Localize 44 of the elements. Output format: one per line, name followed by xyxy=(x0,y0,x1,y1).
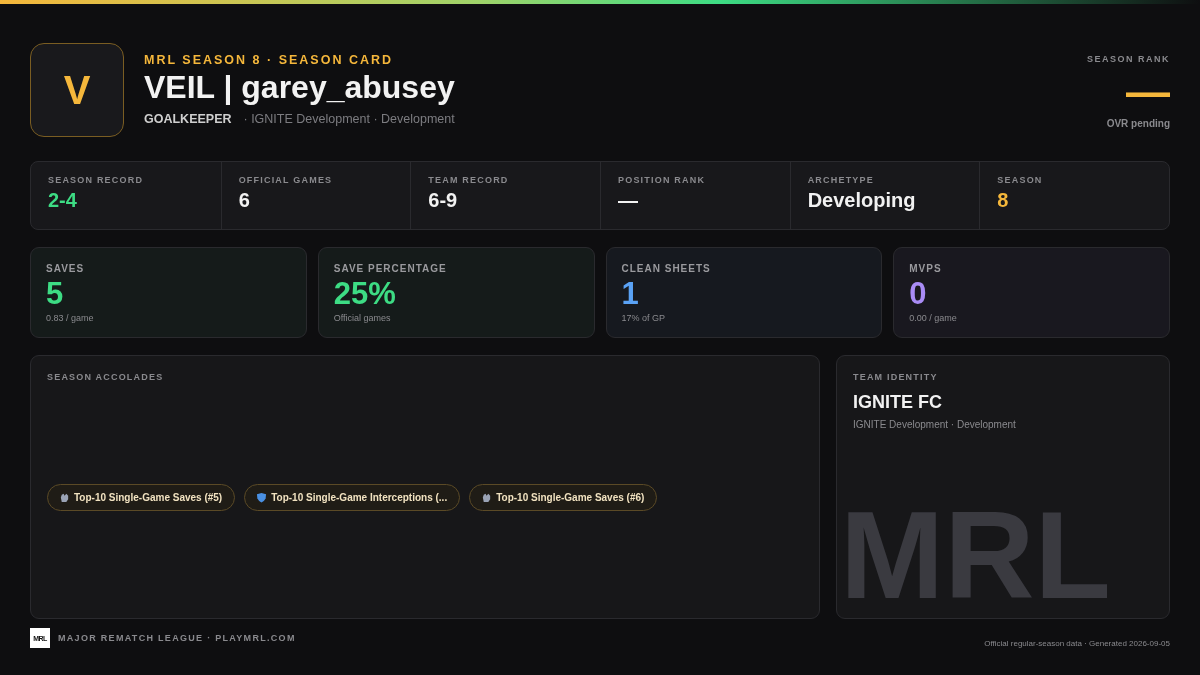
stat-value: Developing xyxy=(807,189,917,212)
metric-label: SAVE PERCENTAGE xyxy=(333,263,448,274)
metric-label: MVPS xyxy=(909,263,943,274)
accolade-chip: Top-10 Single-Game Saves (#5) xyxy=(47,483,236,511)
league-name: MAJOR REMATCH LEAGUE · PLAYMRL.COM xyxy=(58,633,296,643)
team-line: · IGNITE Development · Development xyxy=(243,112,455,126)
metric-subtext: 0.83 / game xyxy=(46,313,95,323)
metric-value: 25% xyxy=(333,276,397,312)
metric-subtext: 0.00 / game xyxy=(909,313,958,323)
stat-value: — xyxy=(618,189,639,212)
team-name: IGNITE FC xyxy=(853,392,943,413)
metric-value: 1 xyxy=(621,276,640,312)
rank-value: — xyxy=(1126,72,1170,112)
panel-title: SEASON ACCOLADES xyxy=(47,372,165,382)
accolade-chip: Top-10 Single-Game Saves (#6) xyxy=(469,483,658,511)
stat-label: POSITION RANK xyxy=(618,175,707,185)
player-avatar: V xyxy=(30,43,124,137)
glove-icon xyxy=(59,491,70,503)
metric-subtext: Official games xyxy=(333,313,392,323)
metric-subtext: 17% of GP xyxy=(621,313,667,323)
rank-label: SEASON RANK xyxy=(1087,54,1170,64)
rank-note: OVR pending xyxy=(1106,118,1170,129)
stat-label: TEAM RECORD xyxy=(428,175,510,185)
position-label: GOALKEEPER xyxy=(144,112,232,126)
player-title: VEIL | garey_abusey xyxy=(144,69,455,106)
stat-value: 6 xyxy=(238,189,251,212)
card-eyebrow: MRL SEASON 8 · SEASON CARD xyxy=(144,53,394,67)
shield-icon xyxy=(256,491,268,503)
stat-value: 8 xyxy=(997,189,1010,212)
stat-value: 6-9 xyxy=(428,189,459,212)
metric-label: CLEAN SHEETS xyxy=(621,263,712,274)
stat-label: OFFICIAL GAMES xyxy=(238,175,334,185)
metric-label: SAVES xyxy=(46,263,86,274)
stat-label: ARCHETYPE xyxy=(807,175,875,185)
metric-value: 0 xyxy=(909,276,928,312)
metric-value: 5 xyxy=(46,276,65,312)
glove-icon xyxy=(481,491,493,503)
stat-label: SEASON xyxy=(997,175,1044,185)
stat-value: 2-4 xyxy=(48,189,78,212)
stat-label: SEASON RECORD xyxy=(48,175,145,185)
panel-title: TEAM IDENTITY xyxy=(853,372,939,382)
footer-note: Official regular-season data · Generated 2026-09-05 xyxy=(984,638,1170,648)
accolade-chip: Top-10 Single-Game Interceptions (... xyxy=(244,483,461,511)
team-subtext: IGNITE Development · Development xyxy=(853,419,1017,430)
